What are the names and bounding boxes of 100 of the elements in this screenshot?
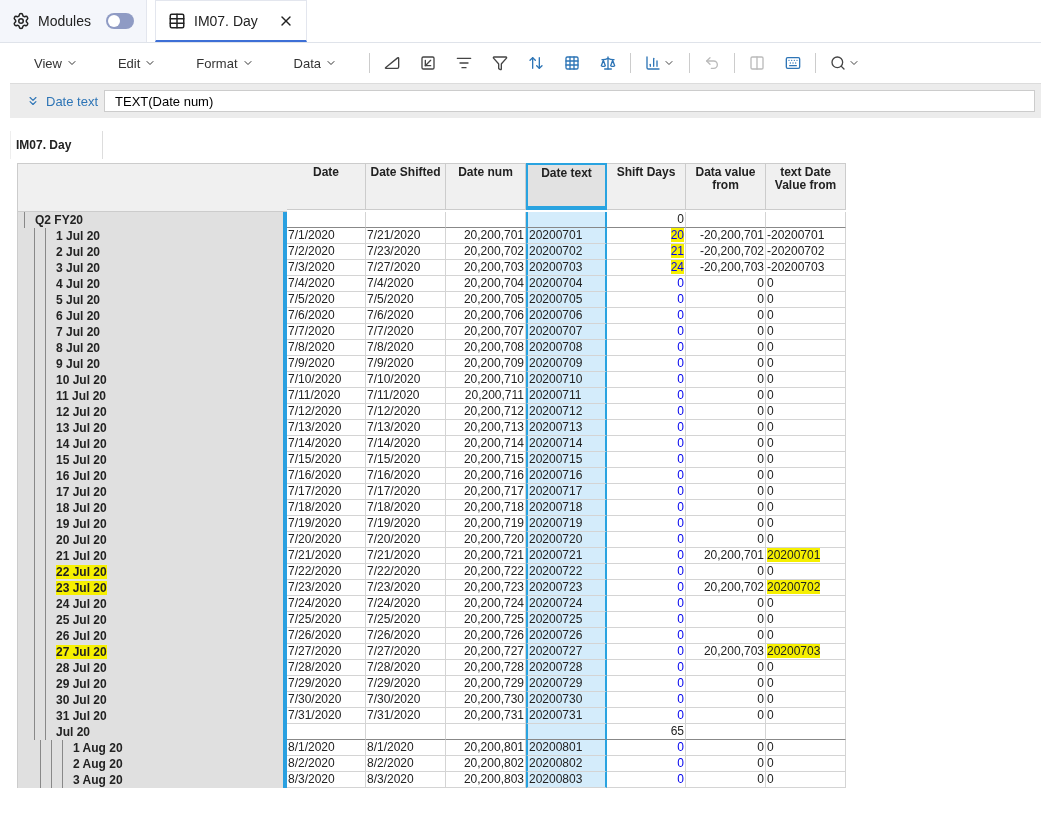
- row-label[interactable]: 11 Jul 20: [56, 389, 107, 403]
- table-cell: 0: [607, 292, 686, 308]
- row-label[interactable]: 9 Jul 20: [56, 357, 101, 371]
- table-cell: 0: [686, 532, 766, 548]
- column-header[interactable]: text Date Value from: [766, 163, 846, 210]
- row-label[interactable]: 16 Jul 20: [56, 469, 107, 483]
- row-label[interactable]: 25 Jul 20: [56, 613, 107, 627]
- table-cell: 7/31/2020: [366, 708, 446, 724]
- table-cell: 20200701: [766, 548, 846, 564]
- table-cell: 20200727: [526, 644, 607, 660]
- table-cell: -20,200,702: [686, 244, 766, 260]
- row-label[interactable]: 26 Jul 20: [56, 629, 107, 643]
- row-label[interactable]: Q2 FY20: [35, 213, 84, 227]
- table-cell: 0: [607, 740, 686, 756]
- table-cell: 0: [766, 356, 846, 372]
- search-icon: [830, 55, 846, 71]
- row-label[interactable]: 1 Jul 20: [56, 229, 101, 243]
- menu-button[interactable]: Data: [283, 51, 347, 75]
- row-label[interactable]: 12 Jul 20: [56, 405, 107, 419]
- table-cell: 7/13/2020: [287, 420, 366, 436]
- menu-button[interactable]: View: [24, 51, 88, 75]
- table-cell: 7/11/2020: [366, 388, 446, 404]
- row-label[interactable]: 22 Jul 20: [56, 565, 107, 579]
- row-label[interactable]: 15 Jul 20: [56, 453, 107, 467]
- modules-panel[interactable]: Modules: [0, 0, 147, 42]
- row-label[interactable]: 21 Jul 20: [56, 549, 107, 563]
- table-cell: 7/10/2020: [287, 372, 366, 388]
- column-header[interactable]: Date num: [446, 163, 526, 210]
- table-cell: 20200707: [526, 324, 607, 340]
- table-cell: 7/2/2020: [287, 244, 366, 260]
- table-cell: 20200726: [526, 628, 607, 644]
- table-cell: 7/22/2020: [366, 564, 446, 580]
- formula-field[interactable]: TEXT(Date num): [104, 90, 1035, 112]
- row-label[interactable]: 14 Jul 20: [56, 437, 107, 451]
- table-cell: 0: [686, 772, 766, 788]
- chevrons-down-icon[interactable]: [26, 94, 40, 108]
- table-cell: 0: [686, 500, 766, 516]
- row-label[interactable]: 7 Jul 20: [56, 325, 101, 339]
- table-cell: 0: [607, 532, 686, 548]
- table-cell: 20200731: [526, 708, 607, 724]
- row-label[interactable]: 5 Jul 20: [56, 293, 101, 307]
- row-label[interactable]: 10 Jul 20: [56, 373, 107, 387]
- row-label[interactable]: 23 Jul 20: [56, 581, 107, 595]
- row-label[interactable]: Jul 20: [56, 725, 91, 739]
- table-cell: 0: [766, 452, 846, 468]
- table-cell: 7/5/2020: [287, 292, 366, 308]
- row-label[interactable]: 29 Jul 20: [56, 677, 107, 691]
- table-cell: 0: [607, 692, 686, 708]
- table-cell: 7/17/2020: [287, 484, 366, 500]
- column-header[interactable]: Shift Days: [607, 163, 686, 210]
- table-cell: 0: [766, 420, 846, 436]
- row-label[interactable]: 4 Jul 20: [56, 277, 101, 291]
- row-label[interactable]: 19 Jul 20: [56, 517, 107, 531]
- table-cell: 20200730: [526, 692, 607, 708]
- row-label[interactable]: 3 Aug 20: [73, 773, 123, 787]
- table-cell: 20,200,702: [686, 580, 766, 596]
- row-label[interactable]: 28 Jul 20: [56, 661, 107, 675]
- menu-button[interactable]: Edit: [107, 51, 167, 75]
- row-label[interactable]: 27 Jul 20: [56, 645, 107, 659]
- row-label[interactable]: 18 Jul 20: [56, 501, 107, 515]
- row-label[interactable]: 2 Jul 20: [56, 245, 101, 259]
- row-label[interactable]: 17 Jul 20: [56, 485, 107, 499]
- table-cell: 0: [607, 548, 686, 564]
- toggle-switch[interactable]: [106, 13, 134, 29]
- table-cell: 20200715: [526, 452, 607, 468]
- row-label[interactable]: 3 Jul 20: [56, 261, 101, 275]
- row-label[interactable]: 2 Aug 20: [73, 757, 123, 771]
- column-header[interactable]: Data value from: [686, 163, 766, 210]
- table-cell: 20200724: [526, 596, 607, 612]
- table-cell: 0: [686, 308, 766, 324]
- table-cell: 20200722: [526, 564, 607, 580]
- column-header[interactable]: Date Shifted: [366, 163, 446, 210]
- grid-icon: [564, 55, 580, 71]
- table-cell: 8/1/2020: [287, 740, 366, 756]
- row-label[interactable]: 1 Aug 20: [73, 741, 123, 755]
- table-cell: 7/26/2020: [287, 628, 366, 644]
- column-header[interactable]: Date: [287, 163, 366, 210]
- table-cell: 0: [607, 308, 686, 324]
- table-cell: 7/23/2020: [287, 580, 366, 596]
- menu-button[interactable]: Format: [186, 51, 264, 75]
- row-label[interactable]: 24 Jul 20: [56, 597, 107, 611]
- table-cell: 0: [686, 292, 766, 308]
- table-cell: 0: [607, 644, 686, 660]
- table-cell: 20200717: [526, 484, 607, 500]
- row-label[interactable]: 13 Jul 20: [56, 421, 107, 435]
- tab[interactable]: IM07. Day: [155, 0, 307, 42]
- row-label[interactable]: 31 Jul 20: [56, 709, 107, 723]
- row-label[interactable]: 6 Jul 20: [56, 309, 101, 323]
- view-tab[interactable]: IM07. Day: [10, 131, 103, 159]
- table-cell: 7/25/2020: [366, 612, 446, 628]
- row-label[interactable]: 8 Jul 20: [56, 341, 101, 355]
- table-cell: 20200714: [526, 436, 607, 452]
- row-label[interactable]: 30 Jul 20: [56, 693, 107, 707]
- table-cell: 0: [607, 756, 686, 772]
- table-cell: 7/18/2020: [366, 500, 446, 516]
- column-header[interactable]: Date text: [526, 163, 607, 210]
- table-cell: 7/22/2020: [287, 564, 366, 580]
- table-cell: 7/14/2020: [366, 436, 446, 452]
- table-cell: 0: [686, 452, 766, 468]
- row-label[interactable]: 20 Jul 20: [56, 533, 107, 547]
